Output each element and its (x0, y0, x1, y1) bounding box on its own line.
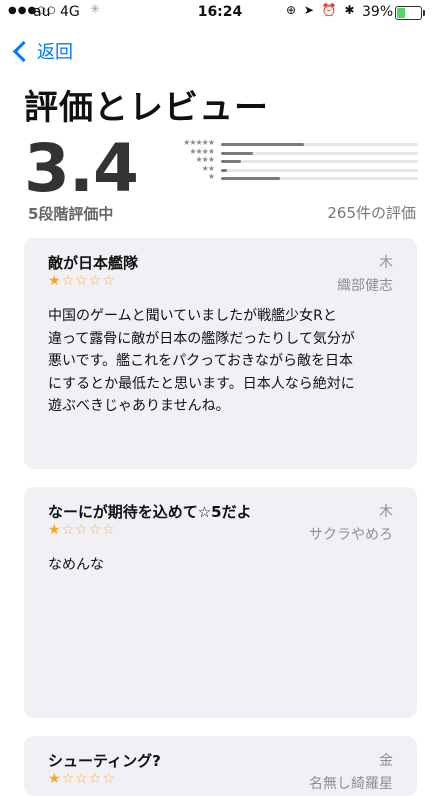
review-author: サクラやめろ (309, 527, 393, 543)
back-button[interactable]: 返回 (10, 38, 73, 64)
star-empty-icon: ☆ (75, 522, 89, 538)
review-body: なめんな (48, 557, 104, 573)
star-empty-icon: ☆ (102, 273, 116, 289)
star-empty-icon: ☆ (61, 522, 76, 538)
review-date: 金 (379, 753, 393, 769)
distribution-bar (221, 168, 227, 172)
distribution-bar (221, 143, 304, 146)
distribution-bar (221, 160, 241, 164)
battery-tip (423, 10, 425, 16)
page-title: 評価とレビュー (24, 88, 269, 128)
distribution-stars: ★ (207, 172, 215, 182)
distribution-track (221, 160, 418, 164)
chevron-left-icon (12, 40, 35, 62)
star-empty-icon: ☆ (88, 273, 103, 289)
star-empty-icon: ☆ (88, 522, 103, 538)
review-stars: ★☆☆☆☆ (48, 273, 116, 289)
distribution-track (221, 143, 418, 146)
distribution-bar (221, 177, 281, 181)
battery-percent: 39% (362, 4, 394, 20)
distribution-row: ★★★ (160, 155, 418, 165)
status-icons: ⊕ ➤ ⏰ ✱ (286, 3, 357, 17)
review-card[interactable]: シューティング? 金 ★☆☆☆☆ 名無し綺羅星 (24, 736, 417, 796)
review-title: なーにが期待を込めて☆5だよ (48, 503, 252, 521)
distribution-track (221, 168, 418, 172)
score-scale-label: 5段階評価中 (28, 205, 114, 223)
star-empty-icon: ☆ (75, 771, 89, 787)
review-stars: ★☆☆☆☆ (48, 522, 116, 538)
review-body: 中国のゲームと聞いていましたが戦艦少女Rと 違って露骨に敵が日本の艦隊だったりし… (48, 308, 355, 414)
star-empty-icon: ☆ (102, 771, 116, 787)
star-empty-icon: ☆ (61, 771, 76, 787)
average-score: 3.4 (24, 130, 139, 207)
distribution-row: ★★ (160, 164, 418, 174)
review-title: シューティング? (48, 752, 161, 770)
distribution-bar (221, 151, 253, 155)
star-empty-icon: ☆ (88, 771, 103, 787)
star-filled-icon: ★ (48, 771, 62, 787)
star-filled-icon: ★ (48, 522, 62, 538)
rating-distribution: ★★★★★ ★★★★ ★★★ ★★ ★ (160, 138, 418, 183)
review-title: 敵が日本艦隊 (48, 254, 139, 272)
battery-fill (397, 8, 405, 18)
distribution-row: ★ (160, 172, 418, 182)
review-date: 木 (379, 255, 393, 271)
review-author: 名無し綺羅星 (309, 776, 393, 792)
star-empty-icon: ☆ (102, 522, 116, 538)
review-stars: ★☆☆☆☆ (48, 771, 116, 787)
distribution-track (221, 151, 418, 155)
back-label: 返回 (37, 42, 73, 63)
distribution-track (221, 177, 418, 181)
star-empty-icon: ☆ (61, 273, 76, 289)
review-author: 織部健志 (337, 278, 393, 294)
star-empty-icon: ☆ (75, 273, 89, 289)
star-filled-icon: ★ (48, 273, 62, 289)
ratings-count: 265件の評価 (327, 204, 416, 222)
battery-icon (395, 6, 425, 20)
review-date: 木 (379, 504, 393, 520)
review-card[interactable]: 敵が日本艦隊 木 ★☆☆☆☆ 織部健志 中国のゲームと聞いていましたが戦艦少女R… (24, 238, 417, 469)
status-bar: ●●●○○ au 4G ✳ 16:24 ⊕ ➤ ⏰ ✱ 39% (0, 0, 440, 26)
review-card[interactable]: なーにが期待を込めて☆5だよ 木 ★☆☆☆☆ サクラやめろ なめんな (24, 487, 417, 718)
